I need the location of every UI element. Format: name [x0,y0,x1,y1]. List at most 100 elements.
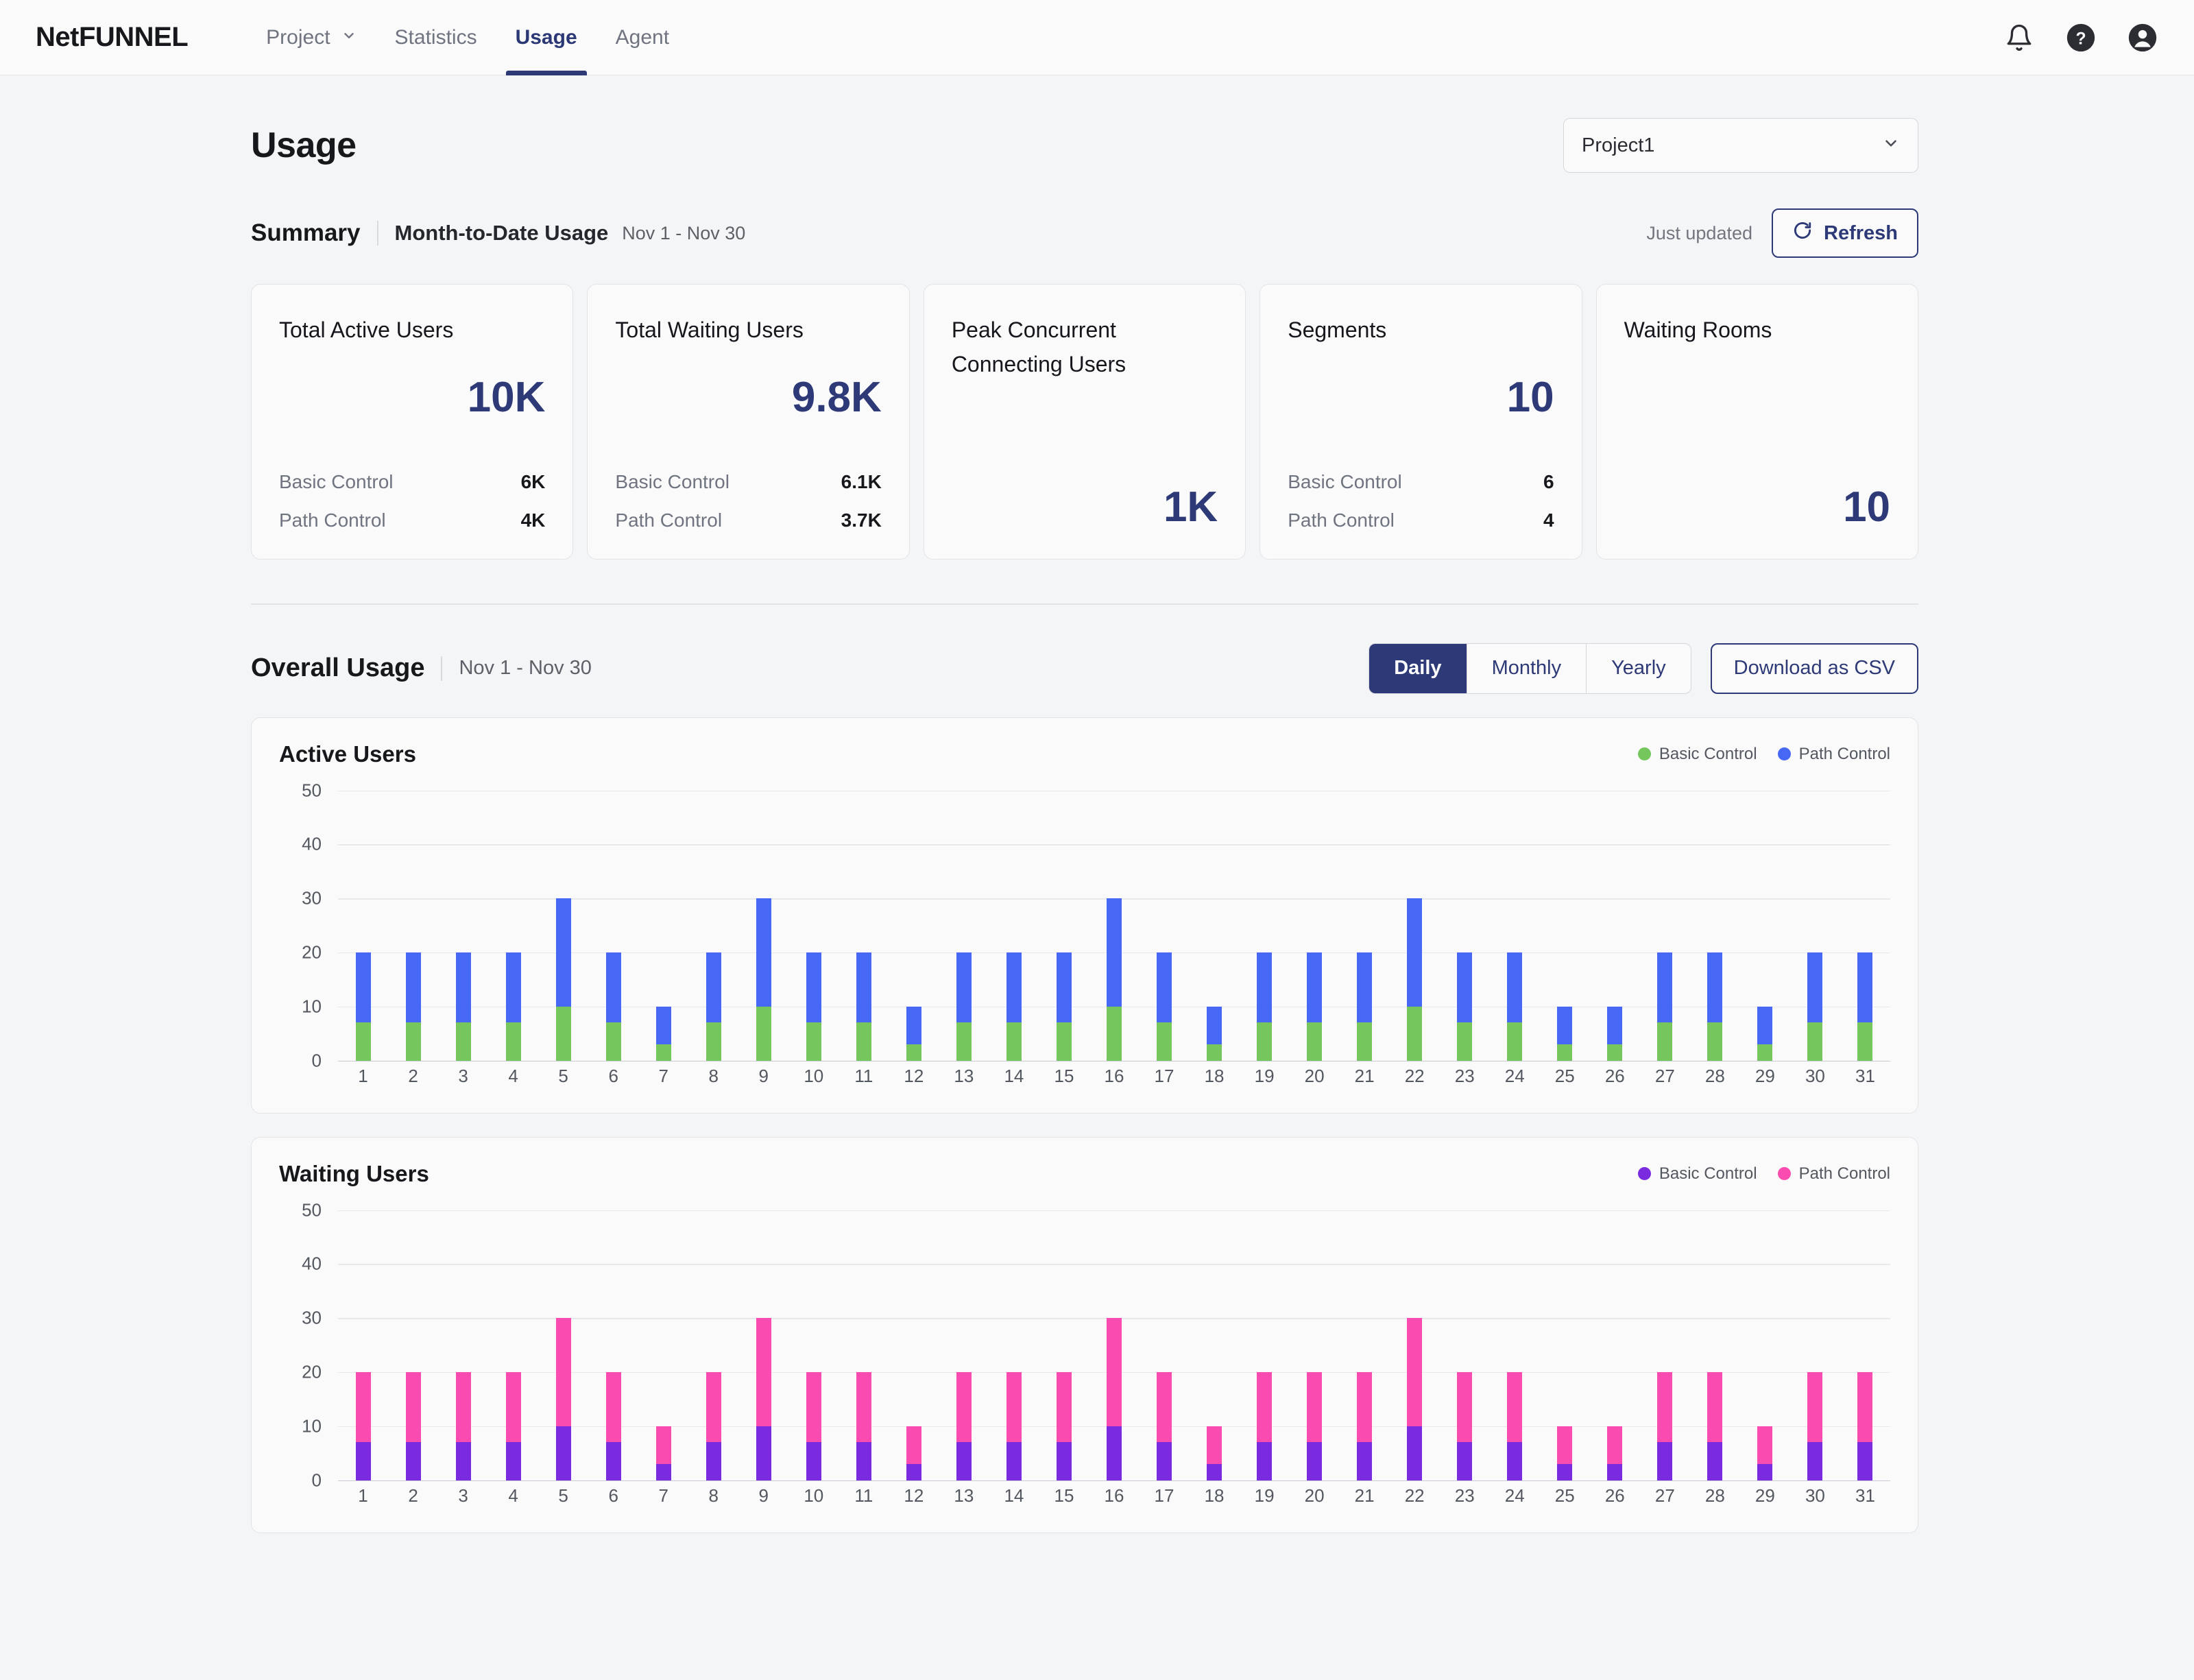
stacked-bar[interactable] [806,1371,821,1480]
stacked-bar[interactable] [1157,1371,1172,1480]
stacked-bar[interactable] [455,952,471,1061]
bar-column[interactable] [538,1210,588,1480]
bar-column[interactable] [1190,791,1240,1061]
stacked-bar[interactable] [1006,952,1022,1061]
bar-column[interactable] [488,1210,538,1480]
bar-column[interactable] [1440,1210,1490,1480]
bar-column[interactable] [1140,1210,1190,1480]
stacked-bar[interactable] [706,952,721,1061]
bar-column[interactable] [1290,791,1340,1061]
bar-column[interactable] [588,1210,638,1480]
stacked-bar[interactable] [1507,952,1523,1061]
stacked-bar[interactable] [906,1006,921,1061]
legend-item-basic-control[interactable]: Basic Control [1637,745,1757,764]
legend-item-basic-control[interactable]: Basic Control [1637,1164,1757,1184]
bar-column[interactable] [1340,791,1390,1061]
bar-column[interactable] [638,791,688,1061]
bar-column[interactable] [1790,1210,1840,1480]
stacked-bar[interactable] [505,1371,521,1480]
bar-column[interactable] [788,791,839,1061]
stacked-bar[interactable] [1757,1006,1773,1061]
period-monthly[interactable]: Monthly [1467,643,1587,693]
nav-item-agent[interactable]: Agent [596,0,688,75]
account-icon[interactable] [2127,22,2158,53]
stacked-bar[interactable] [405,1371,421,1480]
stacked-bar[interactable] [605,952,621,1061]
bar-column[interactable] [839,1210,889,1480]
bar-column[interactable] [1740,1210,1790,1480]
stacked-bar[interactable] [1707,1371,1723,1480]
legend-item-path-control[interactable]: Path Control [1777,745,1890,764]
bar-column[interactable] [338,791,388,1061]
stacked-bar[interactable] [906,1426,921,1480]
period-yearly[interactable]: Yearly [1587,644,1691,693]
bar-column[interactable] [1039,791,1089,1061]
stacked-bar[interactable] [756,1318,771,1480]
bar-column[interactable] [1390,791,1440,1061]
bar-column[interactable] [1440,791,1490,1061]
nav-item-statistics[interactable]: Statistics [376,0,496,75]
stacked-bar[interactable] [706,1371,721,1480]
bar-column[interactable] [889,791,939,1061]
bar-column[interactable] [1190,1210,1240,1480]
bar-column[interactable] [1740,791,1790,1061]
stacked-bar[interactable] [505,952,521,1061]
legend-item-path-control[interactable]: Path Control [1777,1164,1890,1184]
stacked-bar[interactable] [1357,952,1373,1061]
bar-column[interactable] [1690,791,1740,1061]
bar-column[interactable] [1590,791,1640,1061]
bar-column[interactable] [1089,791,1139,1061]
bar-column[interactable] [1690,1210,1740,1480]
project-select[interactable]: Project1 [1563,118,1918,173]
bar-column[interactable] [688,791,738,1061]
nav-item-project[interactable]: Project [247,0,375,75]
stacked-bar[interactable] [1457,1371,1473,1480]
stacked-bar[interactable] [956,1371,972,1480]
stacked-bar[interactable] [1657,1371,1673,1480]
stacked-bar[interactable] [355,952,371,1061]
stacked-bar[interactable] [806,952,821,1061]
stacked-bar[interactable] [1857,1371,1873,1480]
stacked-bar[interactable] [655,1426,671,1480]
stacked-bar[interactable] [355,1371,371,1480]
bar-column[interactable] [939,791,989,1061]
stacked-bar[interactable] [1557,1426,1573,1480]
bar-column[interactable] [1540,1210,1590,1480]
stacked-bar[interactable] [1207,1006,1222,1061]
stacked-bar[interactable] [1207,1426,1222,1480]
bar-column[interactable] [1340,1210,1390,1480]
bar-column[interactable] [738,1210,788,1480]
stacked-bar[interactable] [605,1371,621,1480]
stacked-bar[interactable] [1807,952,1823,1061]
bar-column[interactable] [438,791,488,1061]
stacked-bar[interactable] [956,952,972,1061]
download-csv-button[interactable]: Download as CSV [1710,643,1918,694]
bar-column[interactable] [338,1210,388,1480]
stacked-bar[interactable] [1056,1371,1072,1480]
refresh-button[interactable]: Refresh [1772,208,1918,258]
bar-column[interactable] [1640,791,1690,1061]
bar-column[interactable] [989,791,1039,1061]
stacked-bar[interactable] [756,898,771,1061]
bar-column[interactable] [688,1210,738,1480]
bar-column[interactable] [438,1210,488,1480]
bar-column[interactable] [1140,791,1190,1061]
bar-column[interactable] [1540,791,1590,1061]
stacked-bar[interactable] [1457,952,1473,1061]
stacked-bar[interactable] [1607,1006,1623,1061]
stacked-bar[interactable] [1257,952,1273,1061]
bar-column[interactable] [1490,1210,1540,1480]
bar-column[interactable] [1590,1210,1640,1480]
bar-column[interactable] [1840,1210,1890,1480]
stacked-bar[interactable] [1307,1371,1323,1480]
bar-column[interactable] [388,1210,438,1480]
stacked-bar[interactable] [1407,1318,1423,1480]
stacked-bar[interactable] [1707,952,1723,1061]
bar-column[interactable] [1240,1210,1290,1480]
stacked-bar[interactable] [1357,1371,1373,1480]
stacked-bar[interactable] [1657,952,1673,1061]
stacked-bar[interactable] [655,1006,671,1061]
stacked-bar[interactable] [555,898,571,1061]
bar-column[interactable] [1490,791,1540,1061]
bar-column[interactable] [488,791,538,1061]
